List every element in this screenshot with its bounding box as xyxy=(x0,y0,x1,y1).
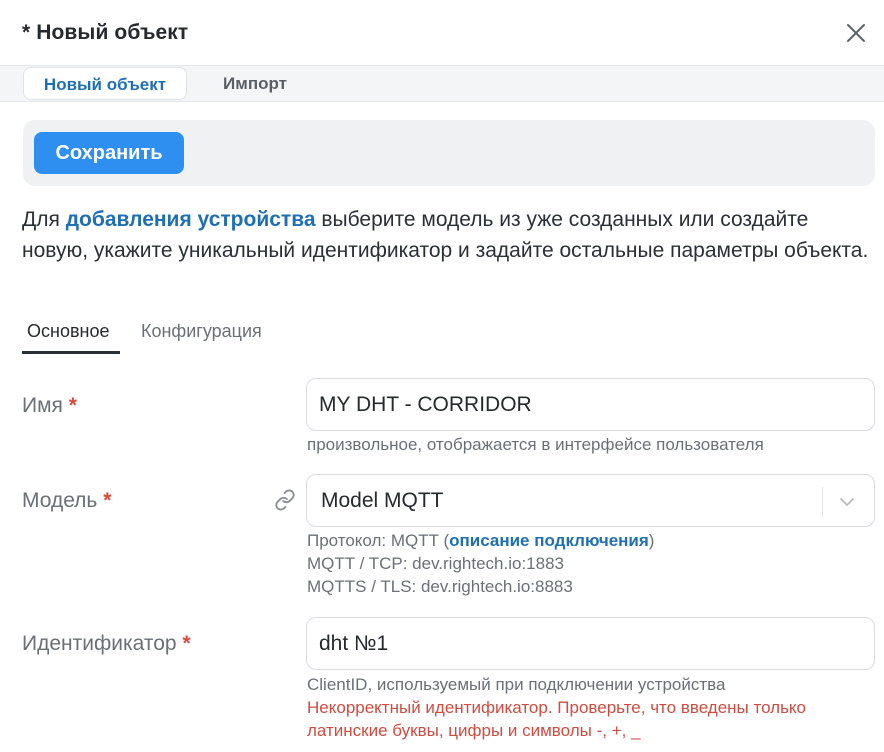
tab-new-object[interactable]: Новый объект xyxy=(23,67,187,100)
add-device-link[interactable]: добавления устройства xyxy=(66,208,316,231)
link-icon[interactable] xyxy=(274,489,296,511)
model-protocol-hint: Протокол: MQTT (описание подключения) xyxy=(307,530,654,551)
identifier-input[interactable]: dht №1 xyxy=(306,617,875,670)
identifier-error-line-2: латинские буквы, цифры и символы -, +, _ xyxy=(307,721,641,740)
name-label-text: Имя xyxy=(22,394,63,417)
identifier-label: Идентификатор * xyxy=(22,632,191,656)
dialog-title: * Новый объект xyxy=(22,21,189,44)
model-select[interactable]: Model MQTT xyxy=(306,474,875,527)
model-label: Модель * xyxy=(22,489,111,513)
subtab-configuration[interactable]: Конфигурация xyxy=(141,318,262,354)
dialog-header: * Новый объект xyxy=(0,0,884,66)
required-mark: * xyxy=(103,489,112,512)
subtab-main[interactable]: Основное xyxy=(22,318,120,354)
toolbar: Сохранить xyxy=(23,120,875,186)
close-icon[interactable] xyxy=(843,20,869,46)
intro-text-before: Для xyxy=(22,208,66,231)
name-input[interactable]: MY DHT - CORRIDOR xyxy=(306,378,875,431)
intro-text: Для добавления устройства выберите модел… xyxy=(22,204,872,266)
model-select-value: Model MQTT xyxy=(321,489,444,512)
protocol-prefix: Протокол: MQTT ( xyxy=(307,531,450,550)
name-hint: произвольное, отображается в интерфейсе … xyxy=(307,435,764,454)
tab-import[interactable]: Импорт xyxy=(200,67,310,100)
chevron-down-icon[interactable] xyxy=(838,493,856,511)
model-tls-hint: MQTTS / TLS: dev.rightech.io:8883 xyxy=(307,577,573,596)
required-mark: * xyxy=(182,632,191,655)
select-divider xyxy=(822,487,823,517)
form-subtabs: Основное Конфигурация xyxy=(22,318,882,354)
top-tabs: Новый объект Импорт xyxy=(0,66,884,102)
connection-description-link[interactable]: описание подключения xyxy=(449,531,649,550)
identifier-label-text: Идентификатор xyxy=(22,632,177,655)
model-tcp-hint: MQTT / TCP: dev.rightech.io:1883 xyxy=(307,554,565,573)
identifier-hint: ClientID, используемый при подключении у… xyxy=(307,675,726,694)
identifier-error-line-1: Некорректный идентификатор. Проверьте, ч… xyxy=(307,698,807,717)
required-mark: * xyxy=(68,394,77,417)
protocol-suffix: ) xyxy=(648,531,655,550)
model-label-text: Модель xyxy=(22,489,98,512)
save-button[interactable]: Сохранить xyxy=(34,132,184,174)
name-label: Имя * xyxy=(22,394,77,418)
